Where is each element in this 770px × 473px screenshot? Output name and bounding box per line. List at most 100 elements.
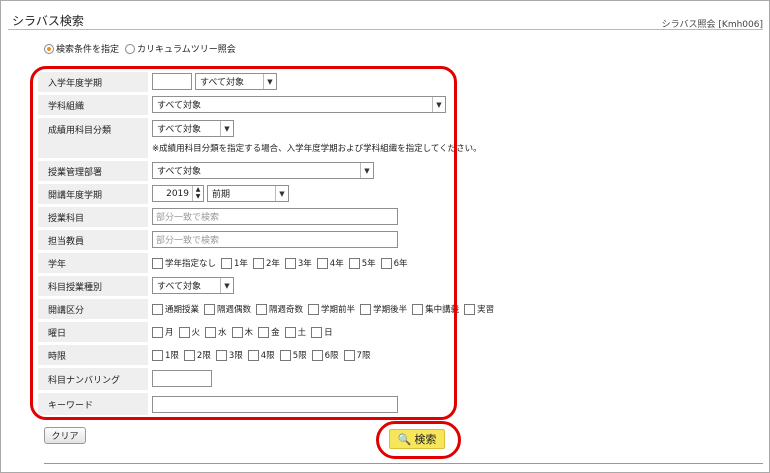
checkbox[interactable] [258,326,270,338]
course-div-option[interactable]: 集中講義 [412,303,459,315]
subject-input[interactable]: 部分一致で検索 [152,208,398,225]
grade-option[interactable]: 6年 [380,257,408,269]
period-option[interactable]: 2限 [183,349,211,361]
row-subject: 授業科目 部分一致で検索 [38,207,448,227]
course-div-option[interactable]: 学期前半 [308,303,355,315]
checkbox[interactable] [252,257,264,269]
course-div-label: 実習 [477,305,495,315]
grade-option[interactable]: 2年 [252,257,280,269]
period-option[interactable]: 6限 [311,349,339,361]
checkbox[interactable] [311,326,323,338]
entrance-year-input[interactable] [152,73,192,90]
grade-option-label: 4年 [329,259,344,269]
class-type-value: すべて対象 [157,282,202,292]
class-type-select[interactable]: すべて対象 ▼ [152,277,234,294]
chevron-down-icon: ▼ [360,163,373,178]
checkbox[interactable] [152,303,163,315]
mode-radio-conditions[interactable] [44,43,54,54]
clear-button[interactable]: クリア [44,427,86,444]
checkbox[interactable] [284,257,296,269]
opening-year-stepper[interactable]: 2019 ▲ ▼ [152,185,204,202]
checkbox[interactable] [178,326,190,338]
checkbox[interactable] [308,303,320,315]
course-div-option[interactable]: 実習 [464,303,494,315]
checkbox[interactable] [284,326,296,338]
checkbox[interactable] [256,303,268,315]
grade-option[interactable]: 1年 [221,257,248,269]
numbering-input[interactable] [152,370,212,387]
grade-option[interactable]: 3年 [284,257,312,269]
weekday-option[interactable]: 金 [258,326,280,338]
checkbox[interactable] [231,326,243,338]
keyword-input[interactable] [152,396,398,413]
grade-option[interactable]: 5年 [348,257,376,269]
checkbox[interactable] [343,349,355,361]
weekday-option[interactable]: 月 [152,326,174,338]
search-button-label: 検索 [414,433,437,446]
checkbox[interactable] [348,257,360,269]
course-div-option[interactable]: 学期後半 [360,303,407,315]
period-option[interactable]: 3限 [215,349,243,361]
checkbox[interactable] [152,257,163,269]
managing-dept-select[interactable]: すべて対象 ▼ [152,162,374,179]
weekday-option[interactable]: 木 [231,326,253,338]
checkbox[interactable] [412,303,424,315]
weekday-option[interactable]: 日 [311,326,333,338]
checkbox[interactable] [152,349,163,361]
divider [44,463,763,464]
mode-label-conditions[interactable]: 検索条件を指定 [56,42,119,55]
weekday-option[interactable]: 土 [284,326,306,338]
checkbox[interactable] [204,303,216,315]
opening-term-select[interactable]: 前期 ▼ [207,185,289,202]
teacher-input[interactable]: 部分一致で検索 [152,231,398,248]
period-option[interactable]: 7限 [343,349,370,361]
chevron-down-icon[interactable]: ▼ [193,193,203,200]
search-button[interactable]: 🔍 検索 [389,429,445,449]
screen-id: シラバス照会 [Kmh006] [661,20,763,30]
entrance-term-select[interactable]: すべて対象 ▼ [195,73,277,90]
checkbox[interactable] [205,326,217,338]
checkbox[interactable] [311,349,323,361]
checkbox[interactable] [464,303,476,315]
grade-option[interactable]: 学年指定なし [152,257,216,269]
period-option[interactable]: 1限 [152,349,179,361]
checkbox[interactable] [183,349,195,361]
grade-category-select[interactable]: すべて対象 ▼ [152,120,234,137]
course-div-option[interactable]: 隔週奇数 [256,303,303,315]
checkbox[interactable] [316,257,328,269]
grade-option-label: 6年 [393,259,408,269]
period-option[interactable]: 4限 [247,349,275,361]
row-entrance-term: 入学年度学期 すべて対象 ▼ [38,72,448,92]
row-grade: 学年 学年指定なし 1年 2年 3年 4年 5年 6年 [38,253,448,273]
row-weekday: 曜日 月 火 水 木 金 土 日 [38,322,448,342]
weekday-label: 月 [165,328,174,338]
checkbox[interactable] [279,349,291,361]
course-div-option[interactable]: 通期授業 [152,303,199,315]
mode-radio-curriculum[interactable] [125,43,136,54]
weekday-option[interactable]: 火 [178,326,200,338]
label-subject: 授業科目 [38,207,148,227]
course-div-option[interactable]: 隔週偶数 [204,303,251,315]
period-label: 2限 [196,351,211,361]
course-div-label: 学期前半 [321,305,356,315]
checkbox[interactable] [360,303,372,315]
stepper-buttons[interactable]: ▲ ▼ [192,186,203,201]
label-opening-term: 開講年度学期 [38,184,148,204]
checkbox[interactable] [152,326,163,338]
weekday-option[interactable]: 水 [205,326,227,338]
chevron-up-icon[interactable]: ▲ [193,186,203,193]
row-managing-dept: 授業管理部署 すべて対象 ▼ [38,161,448,181]
period-option[interactable]: 5限 [279,349,307,361]
checkbox[interactable] [215,349,227,361]
page-header: シラバス検索 シラバス照会 [Kmh006] [8,8,763,30]
label-course-div: 開講区分 [38,299,148,319]
row-period: 時限 1限 2限 3限 4限 5限 6限 7限 [38,345,448,365]
department-select[interactable]: すべて対象 ▼ [152,96,446,113]
checkbox[interactable] [247,349,259,361]
row-keyword: キーワード [38,393,448,415]
checkbox[interactable] [221,257,233,269]
grade-option[interactable]: 4年 [316,257,344,269]
checkbox[interactable] [380,257,392,269]
entrance-term-value: すべて対象 [200,78,245,88]
mode-label-curriculum[interactable]: カリキュラムツリー照会 [137,42,236,55]
